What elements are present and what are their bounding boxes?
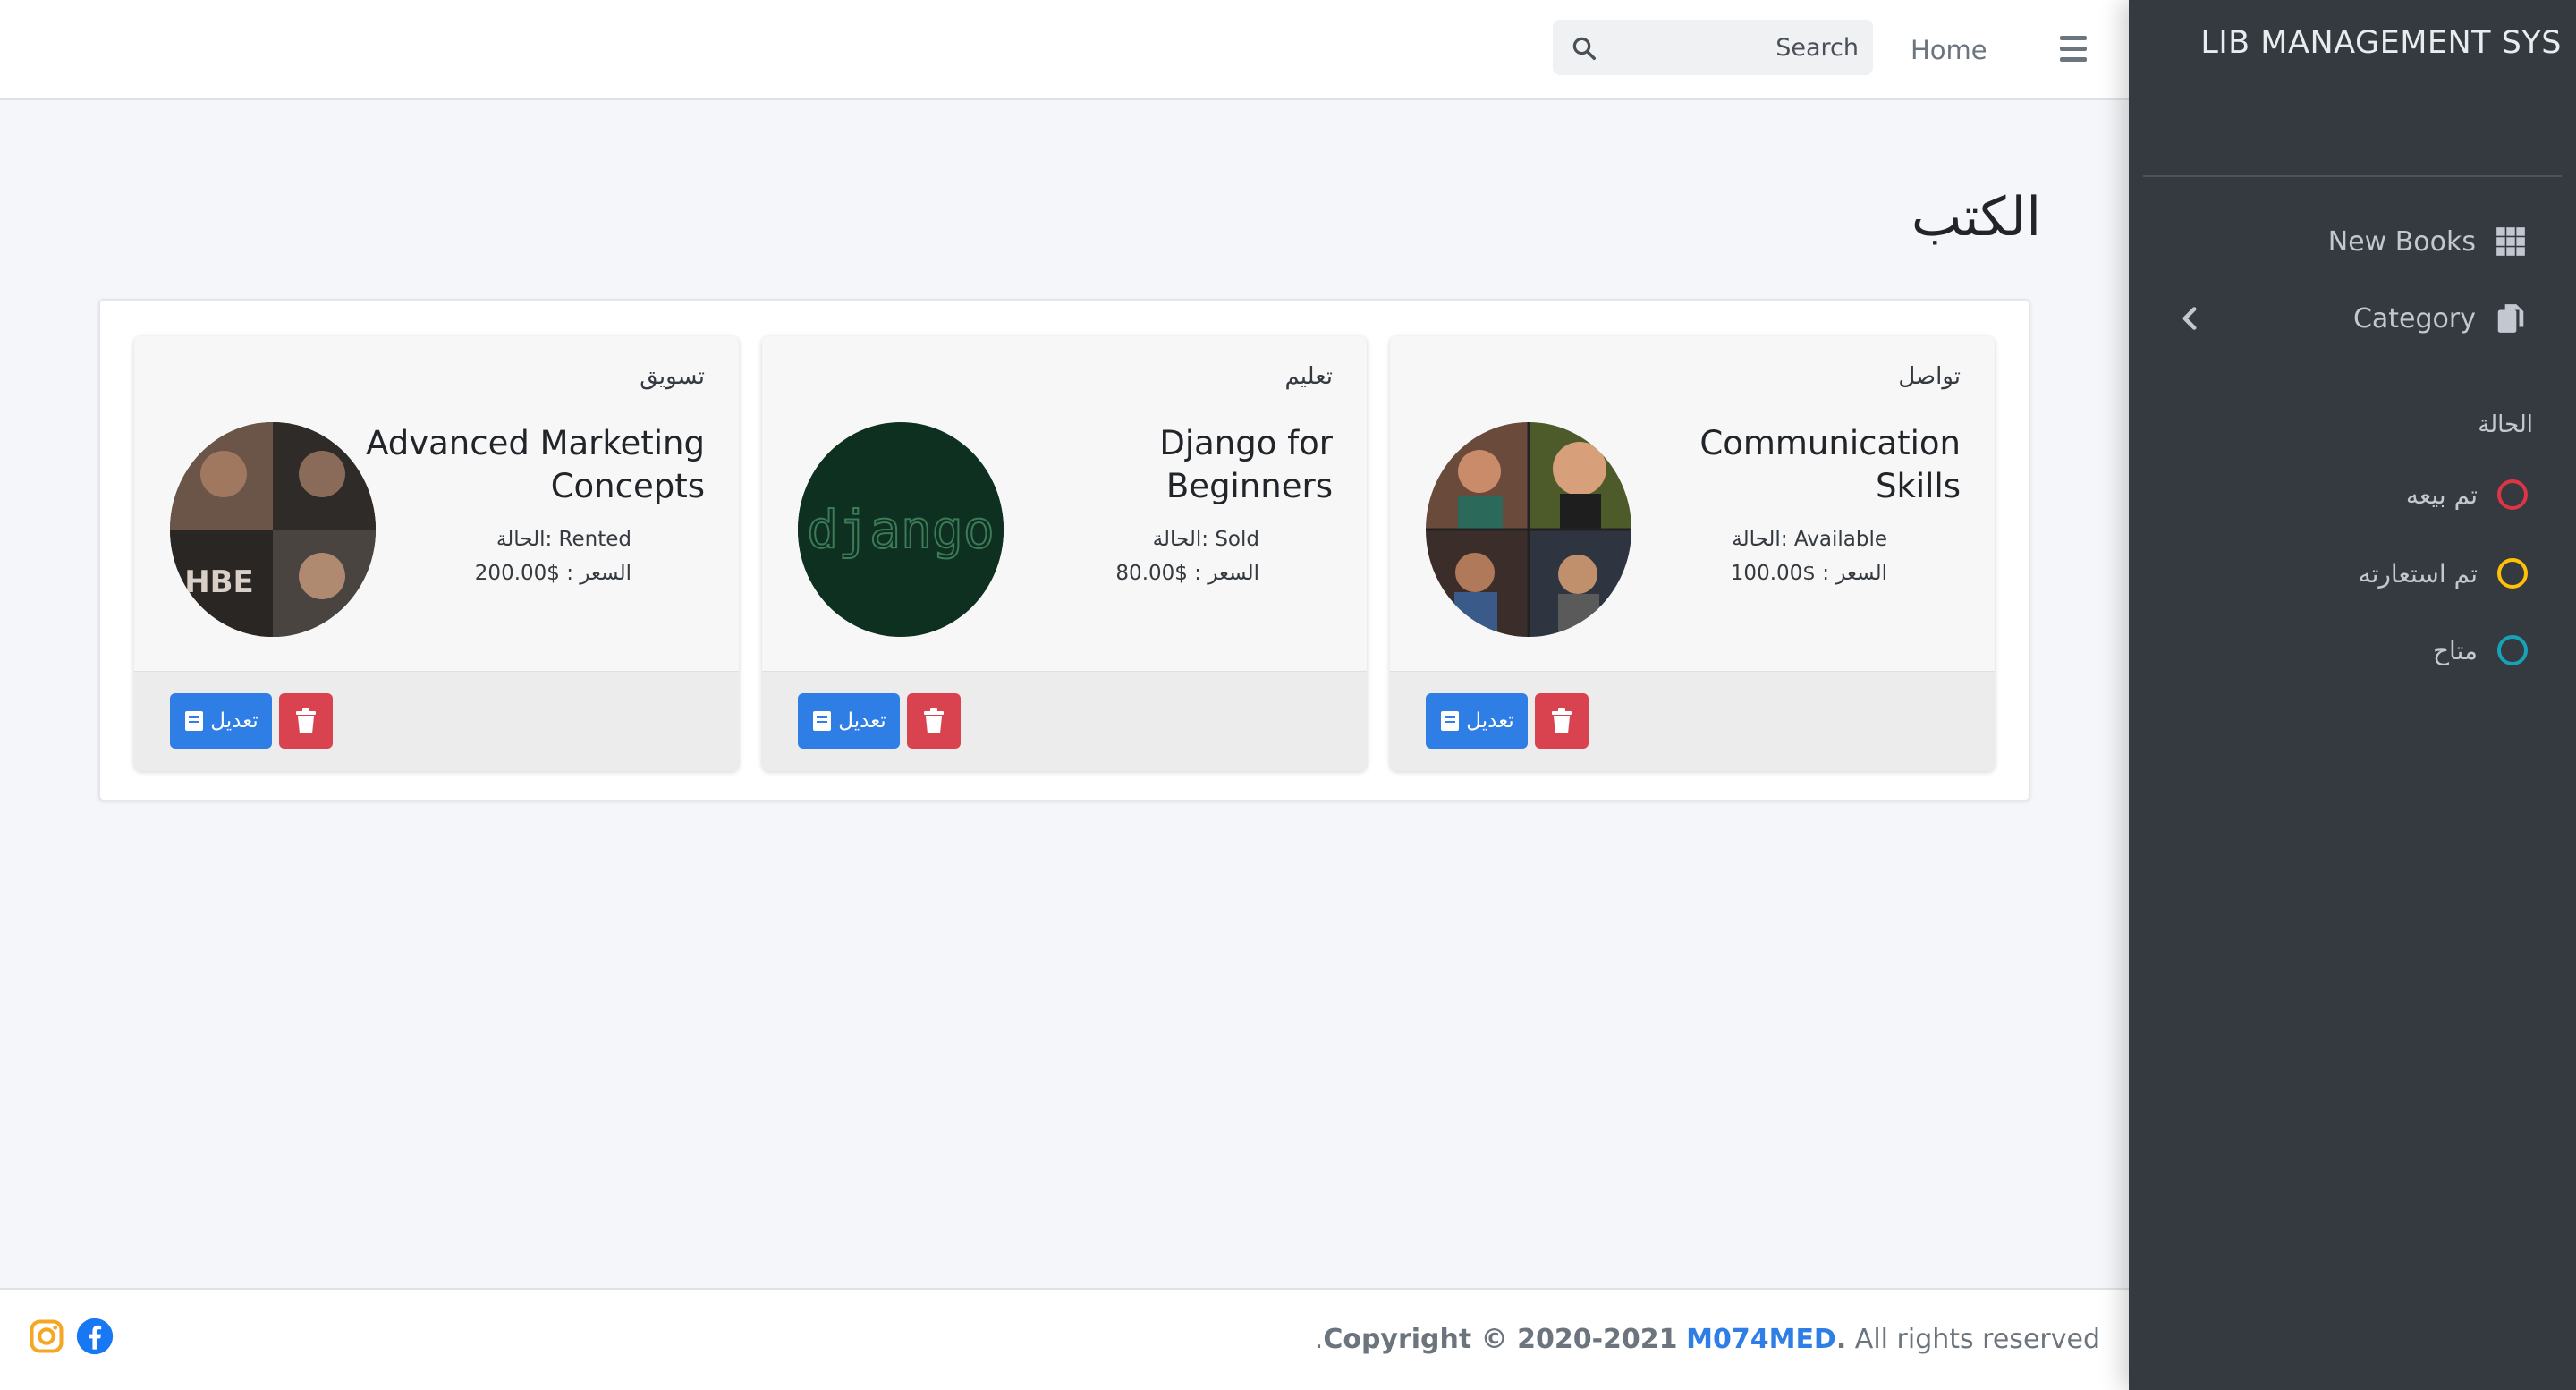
card-footer: تعديل: [762, 671, 1367, 771]
delete-button[interactable]: [279, 693, 333, 749]
book-status: الحالة: Available: [1732, 528, 1887, 551]
book-cover-image: HBE: [170, 422, 376, 637]
status-item-rented[interactable]: تم استعارته: [2359, 551, 2528, 596]
card-footer: تعديل: [134, 671, 739, 771]
nav-home-link[interactable]: Home: [1911, 30, 1987, 70]
page-footer: .Copyright © 2020-2021 M074MED. All righ…: [0, 1288, 2129, 1390]
status-label: تم استعارته: [2358, 558, 2478, 589]
edit-button-label: تعديل: [210, 709, 258, 733]
book-card: تواصل Communication Skills الحالة: Avail…: [1390, 336, 1995, 771]
brand-title[interactable]: LIB MANAGEMENT SYS: [2200, 25, 2562, 61]
book-card: تسويق Advanced Marketing Concepts الحالة…: [134, 336, 739, 771]
facebook-icon[interactable]: [75, 1317, 114, 1356]
delete-button[interactable]: [907, 693, 961, 749]
yellow-circle-icon: [2497, 558, 2528, 589]
trash-icon: [1552, 708, 1572, 733]
top-navbar: Home: [0, 0, 2129, 100]
book-title: Django for Beginners: [1159, 424, 1333, 505]
status-item-available[interactable]: متاح: [2433, 628, 2528, 673]
book-icon: [813, 711, 832, 731]
teal-circle-icon: [2497, 635, 2528, 665]
sidebar-item-label: New Books: [2327, 225, 2476, 258]
edit-button[interactable]: تعديل: [1426, 693, 1528, 749]
books-board: تواصل Communication Skills الحالة: Avail…: [98, 299, 2030, 801]
status-header: الحالة: [2478, 411, 2533, 438]
sidebar-divider: [2143, 175, 2562, 177]
edit-button-label: تعديل: [838, 709, 886, 733]
sidebar: LIB MANAGEMENT SYS New Books Category ال…: [2129, 0, 2576, 1390]
delete-button[interactable]: [1535, 693, 1589, 749]
search-icon[interactable]: [1571, 35, 1597, 62]
book-category: تسويق: [640, 363, 705, 390]
sidebar-item-new-books[interactable]: New Books: [2328, 216, 2528, 267]
copyright-text: .Copyright © 2020-2021 M074MED. All righ…: [1315, 1324, 2100, 1355]
book-card: تعليم Django for Beginners الحالة: Sold …: [762, 336, 1367, 771]
edit-button[interactable]: تعديل: [798, 693, 900, 749]
svg-text:HBE: HBE: [184, 564, 254, 600]
book-price: السعر : $100.00: [1730, 562, 1887, 585]
status-label: متاح: [2432, 635, 2478, 665]
hamburger-menu-icon[interactable]: [2054, 29, 2093, 68]
copyright-years: Copyright © 2020-2021: [1323, 1324, 1678, 1355]
trash-icon: [924, 708, 944, 733]
book-price: السعر : $80.00: [1115, 562, 1259, 585]
book-status: الحالة: Sold: [1152, 528, 1259, 551]
instagram-icon[interactable]: [27, 1317, 66, 1356]
book-cover-text: django: [807, 499, 995, 560]
author-link[interactable]: M074MED: [1686, 1324, 1836, 1355]
card-footer: تعديل: [1390, 671, 1995, 771]
grid-icon: [2496, 227, 2525, 256]
book-category: تعليم: [1284, 363, 1333, 390]
book-title: Advanced Marketing Concepts: [366, 424, 705, 505]
edit-button-label: تعديل: [1466, 709, 1514, 733]
chevron-left-icon[interactable]: [2179, 306, 2200, 331]
search-input[interactable]: [1608, 30, 1859, 64]
sidebar-item-category[interactable]: Category: [2353, 293, 2528, 343]
edit-button[interactable]: تعديل: [170, 693, 272, 749]
copyright-dot-mid: .: [1835, 1324, 1847, 1355]
search-box[interactable]: [1553, 20, 1873, 75]
status-item-sold[interactable]: تم بيعه: [2406, 472, 2528, 517]
book-price: السعر : $200.00: [474, 562, 631, 585]
page-title: الكتب: [1911, 186, 2041, 249]
status-label: تم بيعه: [2405, 479, 2478, 510]
book-title: Communication Skills: [1699, 424, 1961, 505]
copyright-suffix: All rights reserved: [1854, 1324, 2100, 1355]
book-category: تواصل: [1898, 363, 1961, 390]
book-cover-image: [1426, 422, 1631, 637]
copyright-dot: .: [1314, 1324, 1324, 1355]
trash-icon: [296, 708, 316, 733]
copy-icon: [2497, 304, 2524, 333]
book-status: الحالة: Rented: [496, 528, 631, 551]
red-circle-icon: [2497, 479, 2528, 510]
sidebar-item-label: Category: [2352, 302, 2476, 335]
book-icon: [1441, 711, 1460, 731]
book-cover-image: django: [798, 422, 1004, 637]
book-icon: [185, 711, 204, 731]
